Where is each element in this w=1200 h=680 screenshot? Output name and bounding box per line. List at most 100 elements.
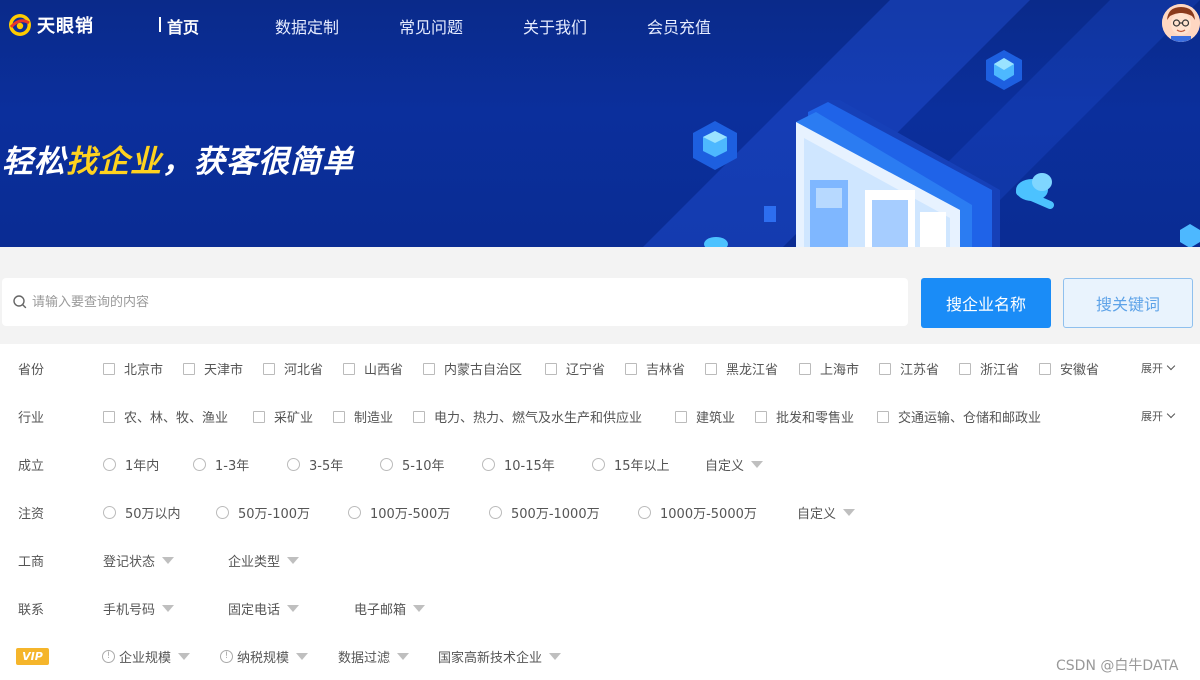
checkbox[interactable] — [879, 362, 891, 375]
province-option[interactable]: 黑龙江省 — [705, 359, 778, 378]
province-option[interactable]: 北京市 — [103, 359, 163, 378]
checkbox[interactable] — [103, 362, 115, 375]
capital-option[interactable]: 50万-100万 — [216, 503, 310, 522]
industry-option[interactable]: 建筑业 — [675, 407, 735, 426]
company-type-dropdown[interactable]: 企业类型 — [228, 551, 300, 570]
capital-option[interactable]: 500万-1000万 — [489, 503, 600, 522]
filter-label: 联系 — [18, 603, 45, 618]
company-size-dropdown[interactable]: ! 企业规模 — [102, 647, 191, 666]
industry-option[interactable]: 电力、热力、燃气及水生产和供应业 — [413, 407, 642, 426]
checkbox[interactable] — [343, 362, 355, 375]
search-keyword-button[interactable]: 搜关键词 — [1063, 278, 1193, 328]
checkbox[interactable] — [413, 410, 425, 423]
capital-option[interactable]: 100万-500万 — [348, 503, 450, 522]
radio[interactable] — [489, 506, 502, 519]
mobile-dropdown[interactable]: 手机号码 — [103, 599, 175, 618]
radio[interactable] — [348, 506, 361, 519]
checkbox[interactable] — [755, 410, 767, 423]
nav-faq[interactable]: 常见问题 — [399, 14, 463, 38]
chevron-down-icon — [1166, 409, 1176, 419]
capital-option[interactable]: 1000万-5000万 — [638, 503, 757, 522]
landline-dropdown[interactable]: 固定电话 — [228, 599, 300, 618]
registration-status-dropdown[interactable]: 登记状态 — [103, 551, 175, 570]
industry-option[interactable]: 农、林、牧、渔业 — [103, 407, 228, 426]
industry-option[interactable]: 批发和零售业 — [755, 407, 854, 426]
nav-home[interactable]: 首页 — [158, 14, 199, 38]
search-input[interactable] — [32, 294, 908, 310]
logo[interactable]: 天眼销 — [8, 12, 94, 38]
search-company-button[interactable]: 搜企业名称 — [921, 278, 1051, 328]
radio[interactable] — [592, 458, 605, 471]
radio[interactable] — [216, 506, 229, 519]
province-option[interactable]: 安徽省 — [1039, 359, 1099, 378]
high-tech-dropdown[interactable]: 国家高新技术企业 — [438, 647, 562, 666]
expand-province-button[interactable]: 展开 — [1141, 360, 1176, 376]
filter-row-industry: 行业 农、林、牧、渔业 采矿业 制造业 电力、热力、燃气及水生产和供应业 建筑业… — [0, 404, 1200, 428]
logo-icon — [9, 14, 31, 36]
province-option[interactable]: 辽宁省 — [545, 359, 605, 378]
checkbox[interactable] — [103, 410, 115, 423]
caret-down-icon — [296, 653, 309, 660]
province-option[interactable]: 江苏省 — [879, 359, 939, 378]
industry-option[interactable]: 采矿业 — [253, 407, 313, 426]
capital-option[interactable]: 50万以内 — [103, 503, 181, 522]
radio[interactable] — [193, 458, 206, 471]
radio[interactable] — [103, 506, 116, 519]
checkbox[interactable] — [1039, 362, 1051, 375]
founded-custom-dropdown[interactable]: 自定义 — [705, 455, 764, 474]
industry-option[interactable]: 制造业 — [333, 407, 393, 426]
caret-down-icon — [178, 653, 191, 660]
email-dropdown[interactable]: 电子邮箱 — [354, 599, 426, 618]
chevron-down-icon — [1166, 361, 1176, 371]
radio[interactable] — [638, 506, 651, 519]
radio[interactable] — [287, 458, 300, 471]
founded-option[interactable]: 5-10年 — [380, 455, 445, 474]
province-option[interactable]: 上海市 — [799, 359, 859, 378]
radio[interactable] — [482, 458, 495, 471]
founded-option[interactable]: 1年内 — [103, 455, 159, 474]
checkbox[interactable] — [959, 362, 971, 375]
filter-row-vip: VIP ! 企业规模 ! 纳税规模 数据过滤 国家高新技术企业 — [0, 644, 1200, 668]
province-option[interactable]: 吉林省 — [625, 359, 685, 378]
filter-label: 注资 — [18, 507, 45, 522]
avatar[interactable] — [1162, 4, 1200, 42]
tax-size-dropdown[interactable]: ! 纳税规模 — [220, 647, 309, 666]
capital-custom-dropdown[interactable]: 自定义 — [797, 503, 856, 522]
data-filter-dropdown[interactable]: 数据过滤 — [338, 647, 410, 666]
vip-badge: VIP — [16, 648, 49, 665]
province-option[interactable]: 河北省 — [263, 359, 323, 378]
checkbox[interactable] — [877, 410, 889, 423]
nav-recharge[interactable]: 会员充值 — [647, 14, 711, 38]
checkbox[interactable] — [333, 410, 345, 423]
province-option[interactable]: 浙江省 — [959, 359, 1019, 378]
founded-option[interactable]: 3-5年 — [287, 455, 343, 474]
cloud-icon — [1016, 173, 1054, 209]
nav-about[interactable]: 关于我们 — [523, 14, 587, 38]
search-box[interactable] — [2, 278, 908, 326]
checkbox[interactable] — [545, 362, 557, 375]
logo-text: 天眼销 — [37, 16, 94, 37]
industry-option[interactable]: 交通运输、仓储和邮政业 — [877, 407, 1041, 426]
checkbox[interactable] — [675, 410, 687, 423]
checkbox[interactable] — [263, 362, 275, 375]
checkbox[interactable] — [705, 362, 717, 375]
province-option[interactable]: 天津市 — [183, 359, 243, 378]
checkbox[interactable] — [423, 362, 435, 375]
checkbox[interactable] — [799, 362, 811, 375]
radio[interactable] — [380, 458, 393, 471]
info-icon: ! — [102, 650, 115, 663]
province-option[interactable]: 内蒙古自治区 — [423, 359, 522, 378]
filter-panel: 省份 北京市 天津市 河北省 山西省 内蒙古自治区 辽宁省 吉林省 黑龙江省 上… — [0, 344, 1200, 680]
nav-data-custom[interactable]: 数据定制 — [275, 14, 339, 38]
province-option[interactable]: 山西省 — [343, 359, 403, 378]
checkbox[interactable] — [253, 410, 265, 423]
founded-option[interactable]: 15年以上 — [592, 455, 670, 474]
founded-option[interactable]: 10-15年 — [482, 455, 555, 474]
checkbox[interactable] — [625, 362, 637, 375]
checkbox[interactable] — [183, 362, 195, 375]
filter-row-founded: 成立 1年内 1-3年 3-5年 5-10年 10-15年 15年以上 自定义 — [0, 452, 1200, 476]
expand-industry-button[interactable]: 展开 — [1141, 408, 1176, 424]
radio[interactable] — [103, 458, 116, 471]
caret-down-icon — [287, 605, 300, 612]
founded-option[interactable]: 1-3年 — [193, 455, 249, 474]
